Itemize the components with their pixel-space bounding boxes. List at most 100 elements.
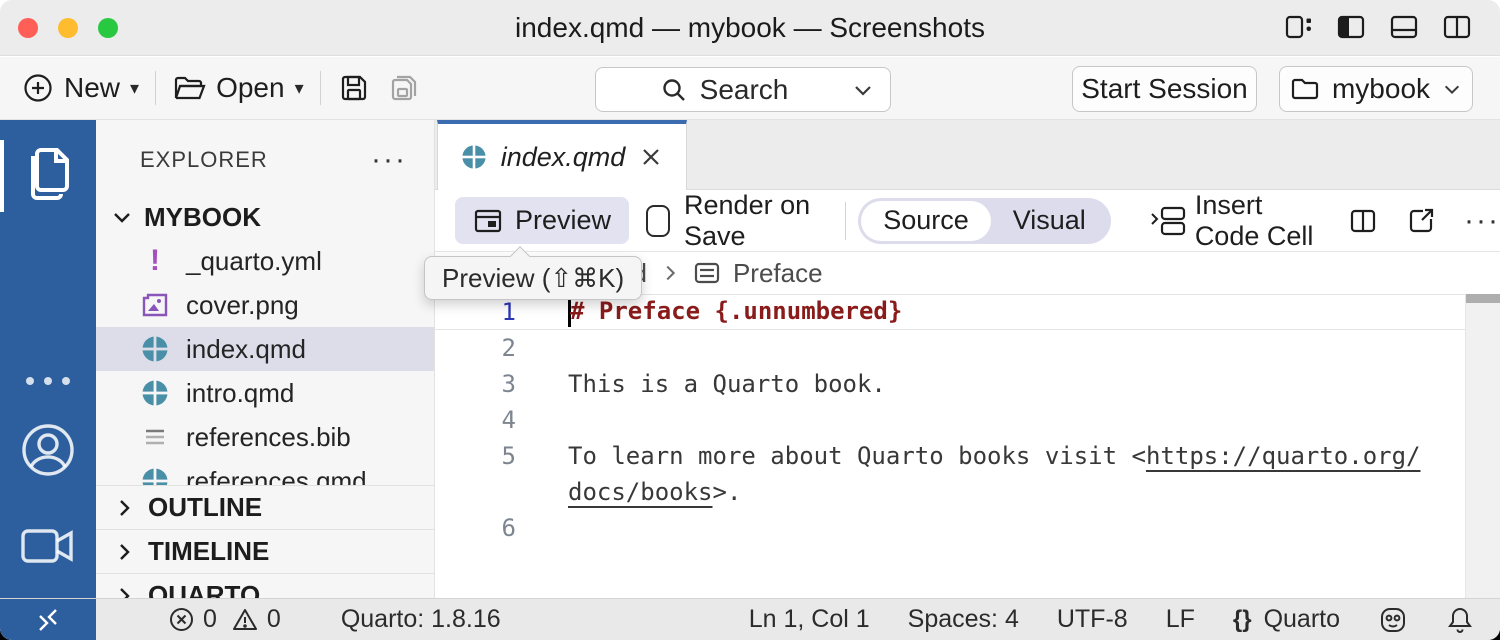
tab-strip: index.qmd <box>435 120 1500 190</box>
workspace-label: mybook <box>1332 73 1430 105</box>
line-number: 6 <box>435 514 516 542</box>
code-line: 2 <box>435 330 1500 366</box>
code-line: 4 <box>435 402 1500 438</box>
section-timeline[interactable]: TIMELINE <box>96 529 435 573</box>
file-item-cover-png[interactable]: cover.png <box>96 283 435 327</box>
scrollbar[interactable] <box>1465 294 1500 598</box>
line-col-status[interactable]: Ln 1, Col 1 <box>749 605 870 634</box>
code-link[interactable]: https://quarto.org/ <box>1146 442 1421 470</box>
split-editor-icon[interactable] <box>1348 206 1378 236</box>
quarto-version-status[interactable]: Quarto: 1.8.16 <box>341 605 501 634</box>
section-label: OUTLINE <box>148 492 262 523</box>
open-in-new-window-icon[interactable] <box>1406 206 1436 236</box>
preview-button-label: Preview <box>515 205 611 236</box>
file-name: index.qmd <box>186 334 306 365</box>
save-all-icon <box>387 71 421 105</box>
chevron-right-icon <box>112 540 136 564</box>
errors-count: 0 <box>203 605 217 634</box>
source-mode-button[interactable]: Source <box>861 201 991 241</box>
chevron-right-icon <box>112 584 136 599</box>
code-line: 6 <box>435 510 1500 546</box>
file-item-index-qmd[interactable]: index.qmd <box>96 327 435 371</box>
explorer-view-icon[interactable] <box>0 142 96 208</box>
file-item-quarto-yml[interactable]: ! _quarto.yml <box>96 239 435 283</box>
chevron-right-icon <box>659 262 681 284</box>
workspace-root-item[interactable]: MYBOOK <box>96 195 435 239</box>
file-name: references.bib <box>186 422 351 453</box>
breadcrumb-section[interactable]: Preface <box>733 258 823 289</box>
customize-layout-icon[interactable] <box>1283 12 1313 42</box>
caret-down-icon: ▾ <box>130 78 139 99</box>
section-quarto[interactable]: QUARTO <box>96 573 435 598</box>
language-mode-label: Quarto <box>1264 605 1340 634</box>
file-item-references-qmd[interactable]: references.qmd <box>96 459 435 485</box>
search-input[interactable]: Search <box>595 67 891 112</box>
titlebar: index.qmd — mybook — Screenshots <box>0 0 1500 56</box>
quarto-icon <box>461 144 487 170</box>
tooltip-label: Preview (⇧⌘K) <box>442 263 624 294</box>
start-session-button[interactable]: Start Session <box>1072 66 1257 112</box>
insert-code-cell-icon <box>1149 205 1187 237</box>
save-icon[interactable] <box>337 71 371 105</box>
more-actions-icon[interactable]: ··· <box>1464 204 1500 238</box>
more-views-icon[interactable] <box>0 370 96 392</box>
code-heading: # Preface {.unnumbered} <box>570 297 902 325</box>
video-camera-icon[interactable] <box>0 525 96 567</box>
preview-button[interactable]: Preview <box>455 197 629 244</box>
new-button-label: New <box>64 72 120 104</box>
quarto-icon <box>140 466 170 485</box>
remote-indicator[interactable] <box>0 599 96 640</box>
file-item-references-bib[interactable]: references.bib <box>96 415 435 459</box>
file-name: intro.qmd <box>186 378 294 409</box>
start-session-label: Start Session <box>1081 73 1248 105</box>
warnings-count: 0 <box>267 605 281 634</box>
encoding-status[interactable]: UTF-8 <box>1057 605 1128 634</box>
code-text: >. <box>713 478 742 506</box>
toggle-secondary-sidebar-icon[interactable] <box>1442 12 1472 42</box>
warnings-status[interactable]: 0 <box>231 605 281 634</box>
language-mode-status[interactable]: {} Quarto <box>1233 605 1340 634</box>
section-label: TIMELINE <box>148 536 269 567</box>
code-link[interactable]: docs/books <box>568 478 713 506</box>
code-text: To learn more about Quarto books visit < <box>568 442 1146 470</box>
insert-code-cell-button[interactable]: Insert Code Cell <box>1149 190 1320 252</box>
error-icon <box>168 606 195 633</box>
line-number: 3 <box>435 370 516 398</box>
toggle-panel-icon[interactable] <box>1389 12 1419 42</box>
code-editor[interactable]: 1 # Preface {.unnumbered} 2 3 This is a … <box>435 294 1500 598</box>
scrollbar-thumb[interactable] <box>1466 294 1500 303</box>
notifications-bell-icon[interactable] <box>1446 605 1474 635</box>
close-tab-icon[interactable] <box>639 145 663 169</box>
preview-icon <box>473 206 503 236</box>
folder-open-icon <box>172 71 206 105</box>
file-item-intro-qmd[interactable]: intro.qmd <box>96 371 435 415</box>
visual-mode-label: Visual <box>1013 205 1086 236</box>
indentation-status[interactable]: Spaces: 4 <box>908 605 1019 634</box>
section-outline[interactable]: OUTLINE <box>96 485 435 529</box>
render-on-save-checkbox[interactable] <box>646 205 670 237</box>
eol-status[interactable]: LF <box>1166 605 1195 634</box>
open-button[interactable]: Open ▾ <box>172 71 304 105</box>
feedback-smiley-icon[interactable] <box>1378 605 1408 635</box>
quarto-icon <box>140 378 170 408</box>
account-icon[interactable] <box>0 420 96 480</box>
source-mode-label: Source <box>883 205 969 236</box>
tab-label: index.qmd <box>501 142 626 173</box>
chevron-down-icon <box>1442 79 1462 99</box>
errors-status[interactable]: 0 <box>168 605 217 634</box>
code-text: This is a Quarto book. <box>568 370 886 398</box>
visual-mode-button[interactable]: Visual <box>991 201 1108 241</box>
toolbar-divider <box>155 71 156 105</box>
workspace-button[interactable]: mybook <box>1279 66 1473 112</box>
line-number: 2 <box>435 334 516 362</box>
line-number: 1 <box>435 298 516 326</box>
toggle-primary-sidebar-icon[interactable] <box>1336 12 1366 42</box>
new-button[interactable]: New ▾ <box>22 72 139 104</box>
editor-group: index.qmd Preview <box>435 120 1500 598</box>
toolbar-divider <box>320 71 321 105</box>
open-button-label: Open <box>216 72 285 104</box>
more-actions-icon[interactable]: ··· <box>371 155 407 165</box>
tab-index-qmd[interactable]: index.qmd <box>437 120 687 190</box>
search-label: Search <box>700 74 789 106</box>
file-name: _quarto.yml <box>186 246 322 277</box>
